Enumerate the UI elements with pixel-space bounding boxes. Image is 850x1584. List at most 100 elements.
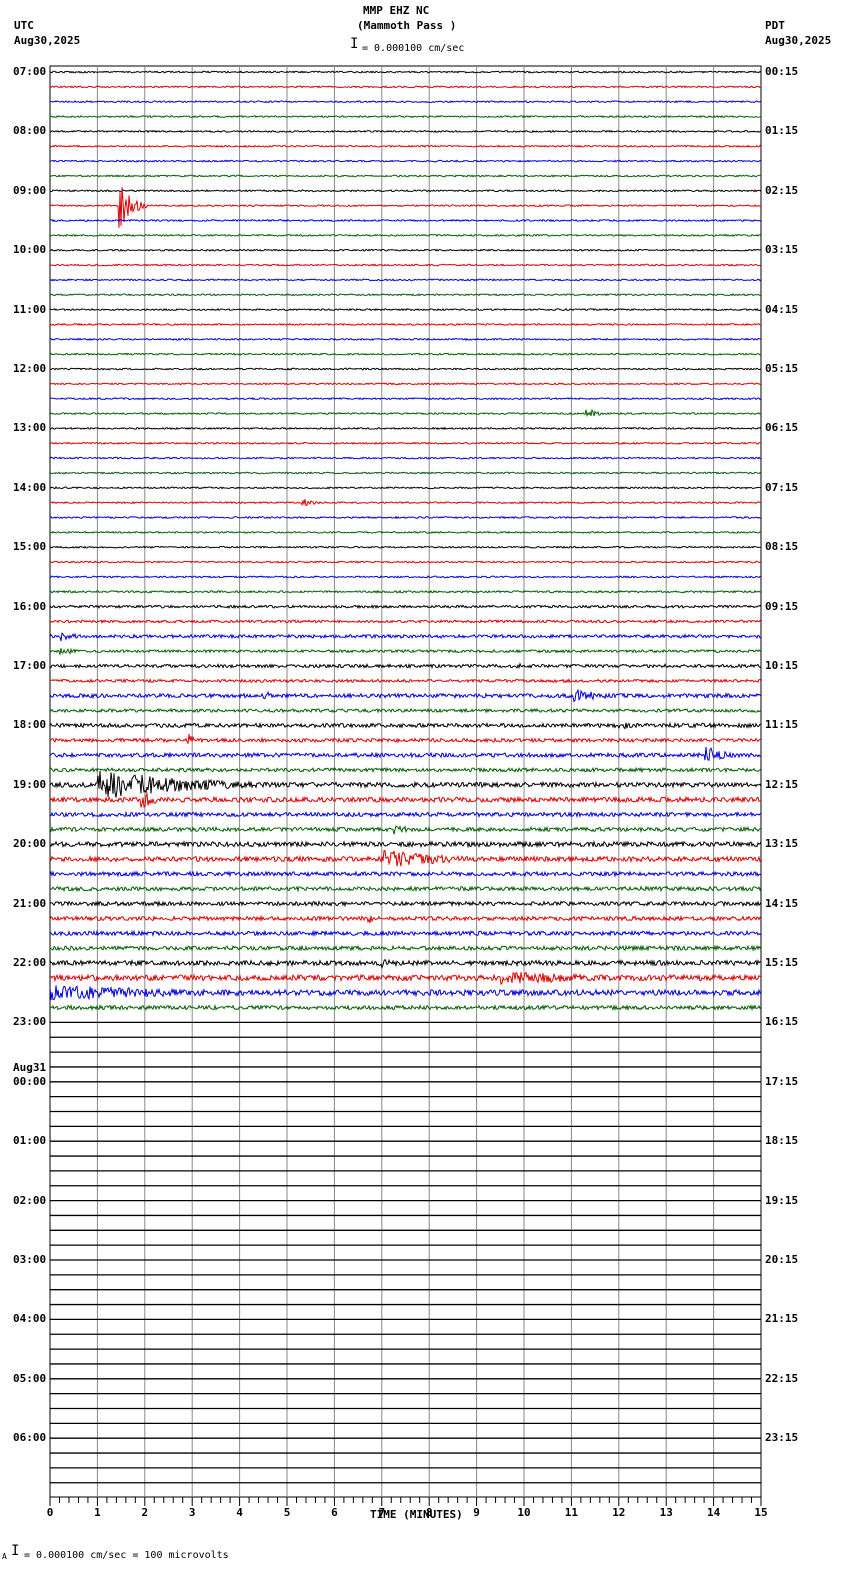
station-title: MMP EHZ NC bbox=[363, 4, 430, 17]
seismic-trace bbox=[49, 791, 762, 808]
utc-hour-label: 07:00 bbox=[13, 65, 47, 78]
seismic-trace bbox=[49, 662, 762, 670]
seismic-trace bbox=[49, 770, 762, 798]
utc-hour-label: 11:00 bbox=[13, 302, 47, 316]
seismic-trace bbox=[49, 187, 762, 228]
pdt-hour-label: 15:15 bbox=[765, 956, 799, 969]
seismic-trace bbox=[49, 263, 762, 267]
seismic-trace bbox=[49, 441, 761, 445]
utc-hour-label: 00:00 bbox=[13, 1074, 47, 1088]
seismic-trace bbox=[49, 589, 762, 594]
seismic-trace bbox=[49, 352, 762, 356]
seismic-trace bbox=[49, 632, 762, 642]
seismic-trace bbox=[49, 971, 762, 986]
seismic-trace bbox=[49, 766, 762, 774]
pdt-hour-label: 21:15 bbox=[765, 1312, 799, 1326]
pdt-hour-label: 16:15 bbox=[765, 1015, 799, 1029]
footer-scale-text: = 0.000100 cm/sec = 100 microvolts bbox=[24, 1550, 229, 1561]
x-tick-label: 7 bbox=[378, 1506, 386, 1519]
seismic-trace bbox=[49, 308, 762, 312]
seismic-trace bbox=[49, 114, 762, 119]
utc-hour-label: 01:00 bbox=[13, 1134, 47, 1148]
x-tick-label: 11 bbox=[564, 1506, 579, 1519]
utc-hour-label: 17:00 bbox=[13, 659, 47, 672]
seismic-trace bbox=[49, 575, 762, 579]
x-tick-label: 3 bbox=[188, 1506, 196, 1519]
pdt-hour-label: 02:15 bbox=[765, 183, 799, 197]
pdt-hour-label: 22:15 bbox=[765, 1371, 799, 1385]
seismic-trace bbox=[49, 647, 762, 655]
right-timezone: PDT bbox=[765, 19, 785, 32]
helicorder-plot bbox=[49, 65, 762, 1506]
seismic-trace bbox=[49, 367, 762, 371]
utc-hour-label: 09:00 bbox=[13, 183, 47, 197]
seismic-trace bbox=[49, 397, 762, 401]
seismic-trace bbox=[49, 944, 762, 952]
pdt-hour-label: 07:15 bbox=[765, 480, 799, 494]
seismic-trace bbox=[49, 985, 762, 1001]
right-date: Aug30,2025 bbox=[765, 34, 832, 47]
pdt-hour-label: 23:15 bbox=[765, 1431, 799, 1445]
seismic-trace bbox=[49, 278, 762, 282]
seismic-trace bbox=[50, 810, 762, 819]
station-location: (Mammoth Pass ) bbox=[357, 19, 457, 32]
pdt-hour-label: 19:15 bbox=[765, 1193, 799, 1207]
seismic-trace bbox=[49, 189, 762, 193]
seismic-trace bbox=[49, 218, 762, 223]
pdt-hour-label: 08:15 bbox=[765, 540, 799, 554]
date-change-label: Aug31 bbox=[13, 1060, 47, 1074]
utc-hour-label: 21:00 bbox=[13, 896, 47, 910]
scale-bar-icon: I bbox=[350, 36, 359, 52]
pdt-hour-label: 14:15 bbox=[765, 896, 799, 910]
utc-hour-label: 14:00 bbox=[13, 480, 47, 494]
pdt-hour-label: 05:15 bbox=[765, 362, 799, 375]
utc-hour-label: 19:00 bbox=[13, 777, 47, 791]
seismic-trace bbox=[49, 929, 762, 938]
utc-hour-label: 13:00 bbox=[13, 421, 47, 435]
seismic-trace bbox=[49, 824, 762, 835]
x-tick-label: 1 bbox=[94, 1506, 101, 1519]
utc-hour-label: 04:00 bbox=[13, 1312, 47, 1326]
seismic-trace bbox=[49, 850, 762, 867]
left-date: Aug30,2025 bbox=[14, 34, 81, 47]
x-tick-label: 4 bbox=[236, 1506, 243, 1519]
seismic-trace bbox=[49, 70, 762, 74]
utc-hour-label: 18:00 bbox=[13, 718, 47, 732]
x-tick-label: 6 bbox=[331, 1506, 338, 1519]
seismic-trace bbox=[49, 604, 762, 610]
seismic-trace bbox=[49, 530, 762, 534]
x-tick-label: 13 bbox=[659, 1506, 673, 1519]
seismic-trace bbox=[49, 707, 762, 714]
x-tick-label: 14 bbox=[707, 1506, 721, 1519]
seismic-trace bbox=[49, 515, 762, 520]
seismic-trace bbox=[49, 958, 762, 970]
seismic-trace bbox=[49, 233, 762, 237]
utc-hour-label: 15:00 bbox=[13, 540, 47, 554]
pdt-hour-label: 04:15 bbox=[765, 302, 799, 316]
utc-hour-label: 10:00 bbox=[13, 243, 47, 257]
seismic-trace bbox=[49, 99, 762, 104]
x-tick-label: 15 bbox=[754, 1506, 768, 1519]
pdt-hour-label: 10:15 bbox=[765, 659, 799, 672]
seismic-trace bbox=[49, 486, 762, 490]
seismic-trace bbox=[49, 560, 762, 564]
pdt-hour-label: 03:15 bbox=[765, 243, 799, 257]
seismic-trace bbox=[49, 322, 761, 327]
x-tick-label: 10 bbox=[517, 1506, 531, 1519]
pdt-hour-label: 00:15 bbox=[765, 65, 799, 78]
x-tick-label: 12 bbox=[612, 1506, 626, 1519]
utc-hour-label: 22:00 bbox=[13, 956, 47, 969]
utc-hour-label: 08:00 bbox=[13, 124, 47, 138]
pdt-hour-label: 18:15 bbox=[765, 1134, 799, 1148]
seismic-trace bbox=[49, 337, 762, 341]
seismic-trace bbox=[49, 471, 762, 475]
pdt-hour-label: 12:15 bbox=[765, 777, 799, 791]
utc-hour-label: 02:00 bbox=[13, 1193, 47, 1207]
pdt-hour-label: 01:15 bbox=[765, 124, 799, 138]
pdt-hour-label: 11:15 bbox=[765, 718, 799, 732]
seismic-trace bbox=[49, 870, 762, 878]
x-tick-label: 0 bbox=[46, 1506, 54, 1519]
pdt-hour-label: 09:15 bbox=[765, 599, 799, 613]
utc-hour-label: 23:00 bbox=[13, 1015, 47, 1029]
seismic-trace bbox=[49, 885, 762, 893]
